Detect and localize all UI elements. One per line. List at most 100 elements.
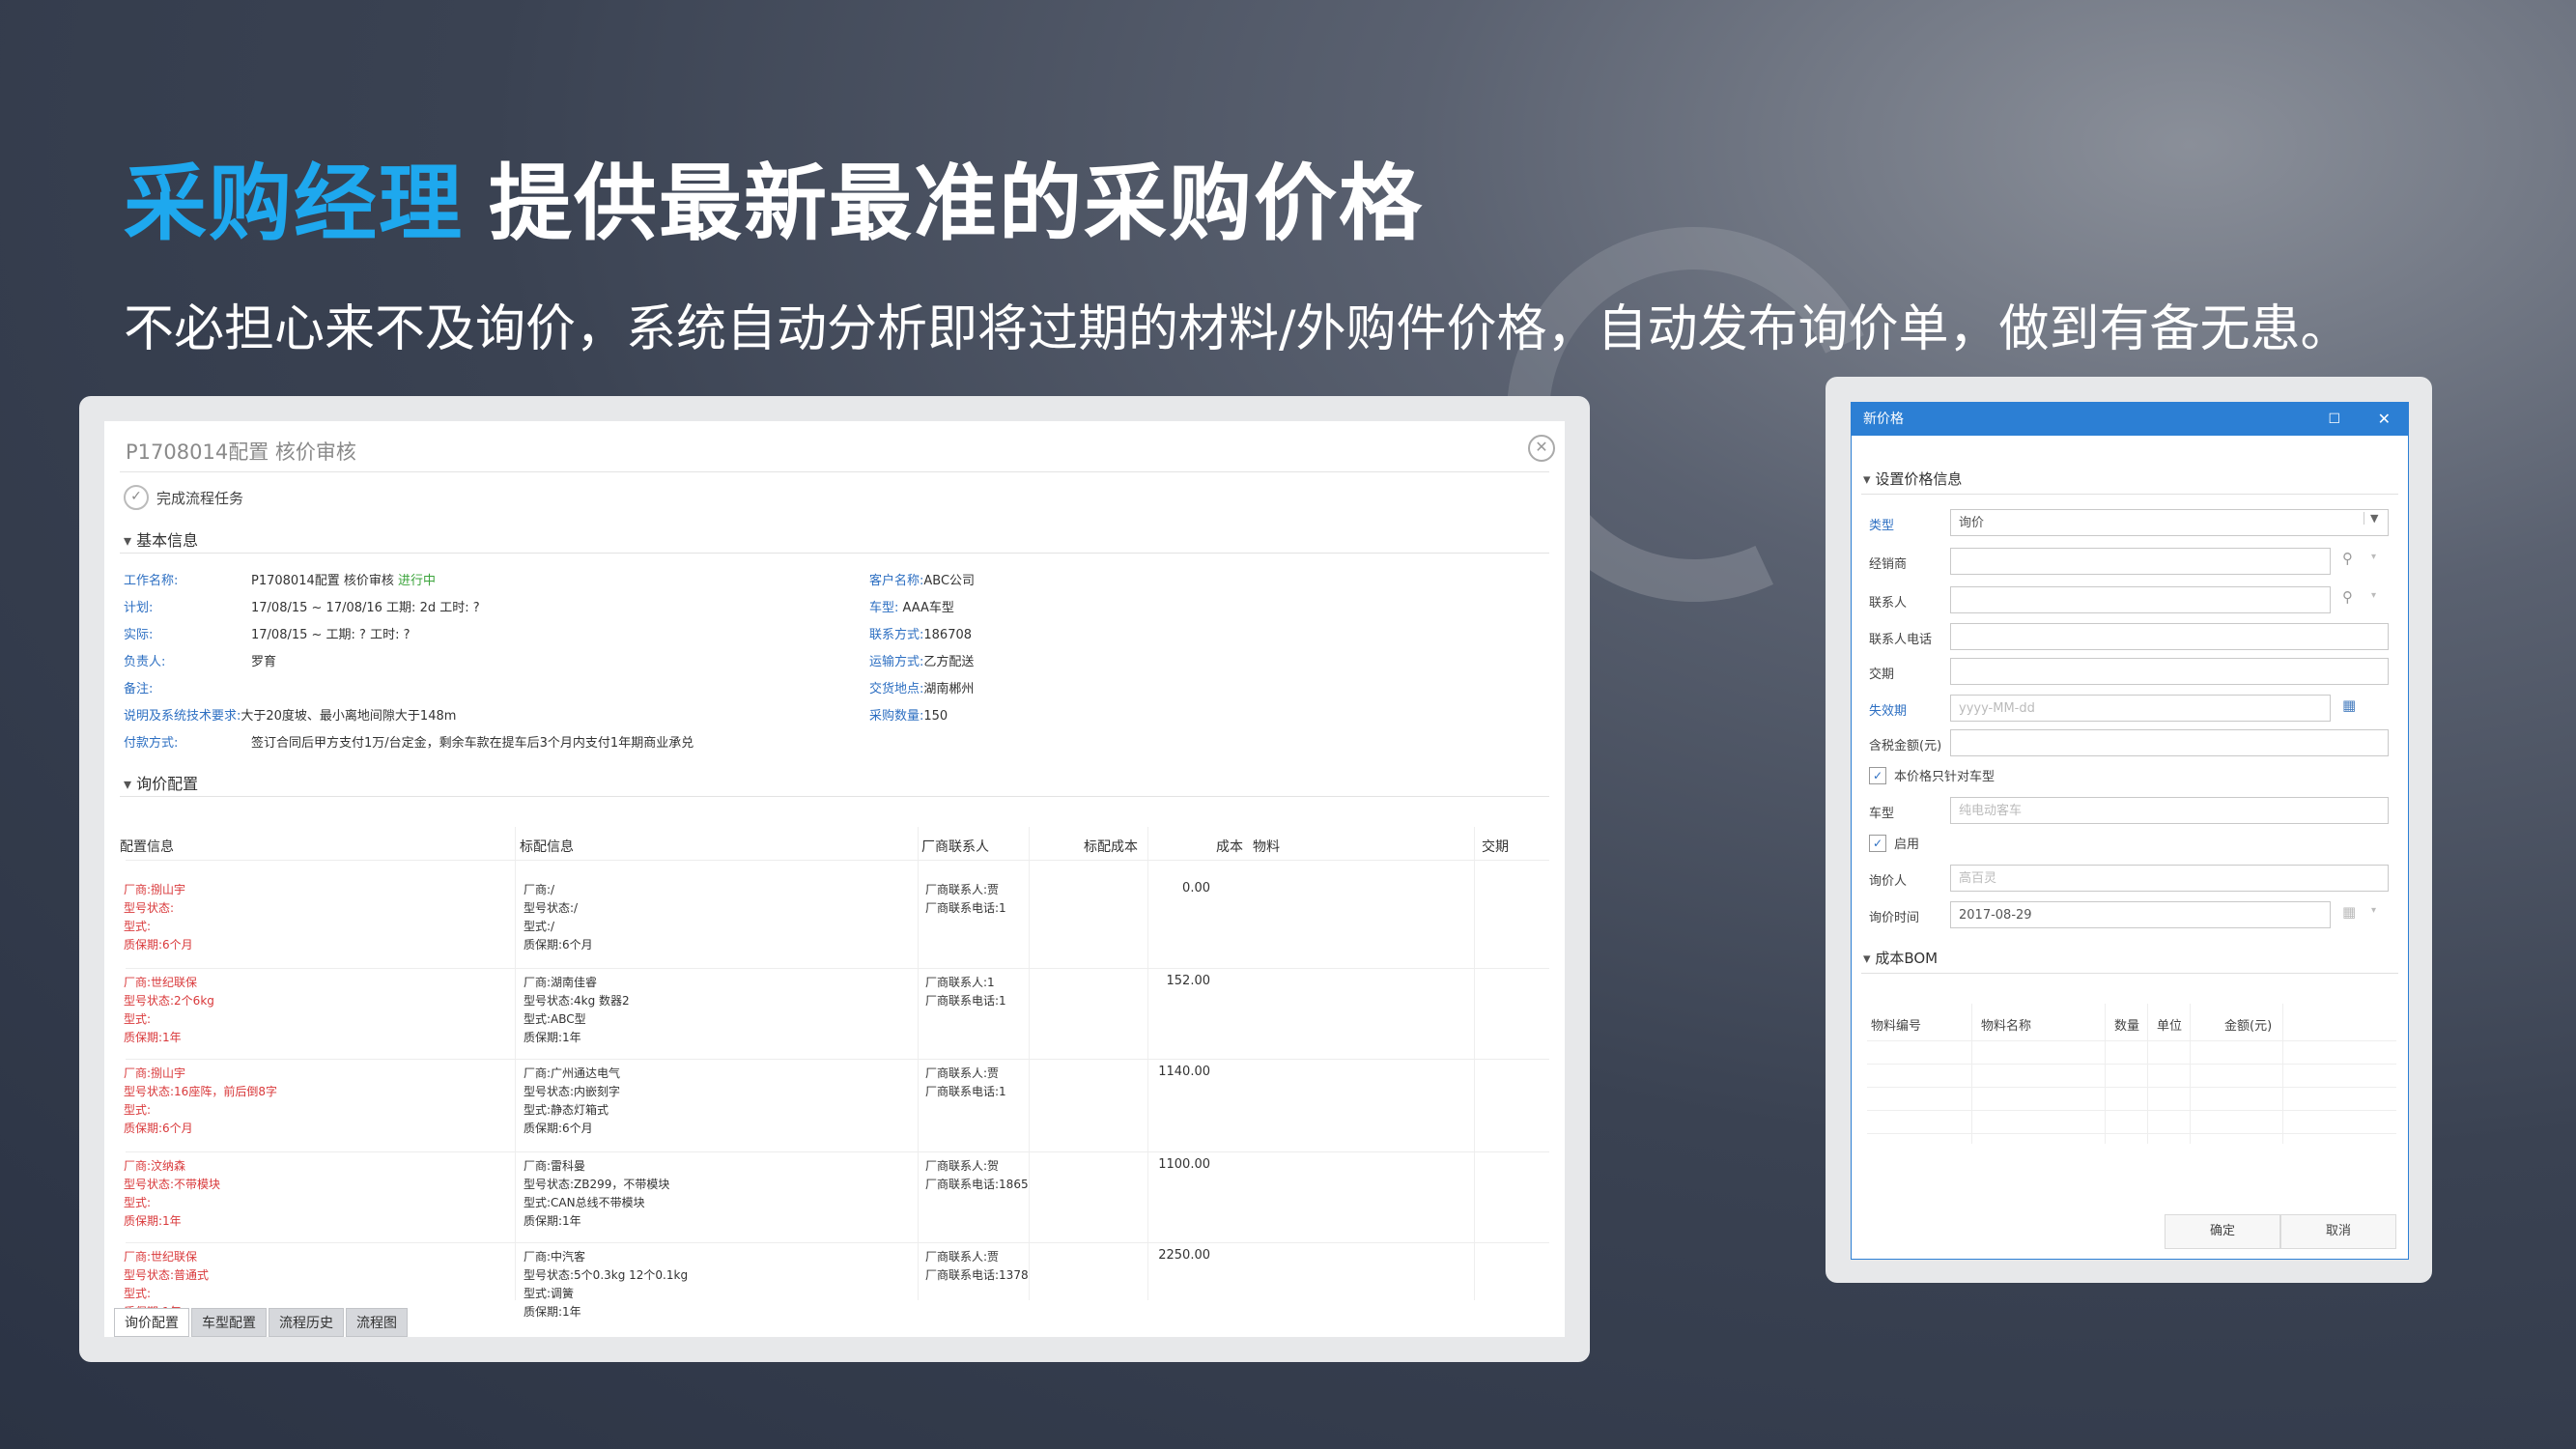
delivery-input[interactable] [1950,658,2389,685]
calendar-icon[interactable]: ▦ [2342,696,2356,714]
chevron-down-icon[interactable]: ▾ [2371,905,2376,916]
complete-task-button[interactable]: ✓ 完成流程任务 [124,485,243,510]
type-select[interactable]: 询价 [1950,509,2389,536]
chevron-down-icon[interactable]: ▾ [2371,552,2376,562]
label-delivery: 交期 [1869,668,1895,682]
info-plan: 计划: 17/08/15 ~ 17/08/16 工期: 2d 工时: ? [124,601,480,615]
checkbox-checked-icon: ✓ [1869,766,1886,784]
model-only-checkbox[interactable]: ✓ 本价格只针对车型 [1869,766,1995,784]
row-standard: 厂商:雷科曼 型号状态:ZB299，不带模块 型式:CAN总线不带模块 质保期:… [524,1159,670,1228]
col-divider [515,827,516,1300]
info-actual: 实际: 17/08/15 ~ 工期: ? 工时: ? [124,628,410,642]
search-icon[interactable]: ⚲ [2342,550,2353,567]
row-cost: 2250.00 [1158,1248,1210,1263]
col-divider [1029,827,1030,1300]
col-divider [1474,827,1475,1300]
audit-window-frame: P1708014配置 核价审核 ✕ ✓ 完成流程任务 基本信息 工作名称:P17… [79,396,1590,1362]
grid-line [1867,1087,2396,1088]
contact-phone-input[interactable] [1950,623,2389,650]
label-inquiry-time: 询价时间 [1869,911,1920,925]
label-contact: 联系人 [1869,596,1908,611]
bom-header-code[interactable]: 物料编号 [1871,1015,1921,1034]
info-contact: 联系方式:186708 [869,628,973,642]
bom-header-name[interactable]: 物料名称 [1981,1015,2031,1034]
grid-col [2105,1004,2106,1144]
dialog-title: 新价格 [1863,412,1904,427]
col-header-material[interactable]: 物料 [1253,837,1280,856]
grid-line [1867,1040,2396,1041]
contact-input[interactable] [1950,586,2331,613]
col-header-contact[interactable]: 厂商联系人 [921,837,989,856]
bom-header-amount[interactable]: 金额(元) [2224,1015,2272,1034]
info-shipping: 运输方式:乙方配送 [869,655,975,669]
maximize-icon[interactable]: ☐ [2328,403,2340,436]
row-config: 厂商:汶纳森 型号状态:不带模块 型式: 质保期:1年 [124,1159,221,1228]
row-contact: 厂商联系人:贾 厂商联系电话:1 [925,1066,1006,1098]
window-title: P1708014配置 核价审核 [126,440,356,464]
section-cost-bom[interactable]: 成本BOM [1863,948,1938,968]
info-model: 车型: AAA车型 [869,601,954,615]
status-badge: 进行中 [398,574,437,588]
col-header-standard[interactable]: 标配信息 [520,837,574,856]
page-title: 采购经理 提供最新最准的采购价格 [124,135,1424,256]
grid-col [2190,1004,2191,1144]
check-circle-icon: ✓ [124,485,149,510]
section-price-info[interactable]: 设置价格信息 [1863,469,1962,489]
grid-line [1867,1110,2396,1111]
inquiry-time-input[interactable]: 2017-08-29 [1950,901,2331,928]
section-basic-info[interactable]: 基本信息 [124,527,198,551]
model-input[interactable]: 纯电动客车 [1950,797,2389,824]
close-icon[interactable]: ✕ [1528,435,1555,462]
title-accent: 采购经理 [124,156,464,252]
row-divider [126,968,1549,969]
title-main: 提供最新最准的采购价格 [489,156,1424,252]
tax-amount-input[interactable] [1950,729,2389,756]
row-contact: 厂商联系人:贾 厂商联系电话:1 [925,883,1006,915]
info-requirements: 说明及系统技术要求:大于20度坡、最小离地间隙大于148m [124,709,457,724]
chevron-down-icon[interactable]: ▾ [2371,590,2376,601]
chevron-down-icon[interactable]: ▼ [2364,512,2378,525]
complete-task-label: 完成流程任务 [156,489,244,507]
section-inquiry-config[interactable]: 询价配置 [124,771,198,794]
enable-checkbox[interactable]: ✓ 启用 [1869,834,1919,852]
row-cost: 1100.00 [1158,1157,1210,1172]
new-price-dialog: 新价格 ☐ ✕ 设置价格信息 类型 询价 ▼ 经销商 ⚲ ▾ 联系人 ⚲ ▾ 联… [1851,402,2409,1260]
calendar-icon[interactable]: ▦ [2342,903,2356,921]
col-header-delivery[interactable]: 交期 [1482,837,1509,856]
info-remark: 备注: [124,682,154,696]
label-contact-phone: 联系人电话 [1869,633,1933,647]
label-type: 类型 [1869,519,1895,533]
row-divider [126,1059,1549,1060]
row-standard: 厂商:广州通达电气 型号状态:内嵌刻字 型式:静态灯箱式 质保期:6个月 [524,1066,621,1135]
row-contact: 厂商联系人:贺 厂商联系电话:1865 [925,1159,1029,1191]
close-icon[interactable]: ✕ [2378,403,2391,436]
grid-line [1867,1064,2396,1065]
col-divider [918,827,919,1300]
tab-flowchart[interactable]: 流程图 [346,1308,408,1337]
divider [120,796,1549,797]
col-header-config[interactable]: 配置信息 [120,837,174,856]
col-header-cost[interactable]: 成本 [1216,837,1243,856]
confirm-button[interactable]: 确定 [2165,1214,2280,1249]
cancel-button[interactable]: 取消 [2280,1214,2396,1249]
bom-header-qty[interactable]: 数量 [2114,1015,2139,1034]
grid-col [2147,1004,2148,1144]
expiry-date-input[interactable]: yyyy-MM-dd [1950,695,2331,722]
search-icon[interactable]: ⚲ [2342,588,2353,606]
grid-line [1867,1133,2396,1134]
info-owner: 负责人: 罗育 [124,655,277,669]
dialog-titlebar[interactable]: 新价格 ☐ ✕ [1852,403,2408,436]
dealer-input[interactable] [1950,548,2331,575]
tab-model-config[interactable]: 车型配置 [191,1308,267,1337]
divider [120,553,1549,554]
bom-header-unit[interactable]: 单位 [2157,1015,2182,1034]
row-standard: 厂商:中汽客 型号状态:5个0.3kg 12个0.1kg 型式:调簧 质保期:1… [524,1250,689,1319]
tab-process-history[interactable]: 流程历史 [269,1308,344,1337]
row-standard: 厂商:/ 型号状态:/ 型式:/ 质保期:6个月 [524,883,593,952]
row-contact: 厂商联系人:1 厂商联系电话:1 [925,976,1006,1008]
label-model: 车型 [1869,807,1895,821]
col-header-std-cost[interactable]: 标配成本 [1084,837,1138,856]
tab-inquiry-config[interactable]: 询价配置 [114,1308,189,1337]
inquirer-input[interactable]: 高百灵 [1950,865,2389,892]
row-config: 厂商:世纪联保 型号状态:2个6kg 型式: 质保期:1年 [124,976,214,1044]
